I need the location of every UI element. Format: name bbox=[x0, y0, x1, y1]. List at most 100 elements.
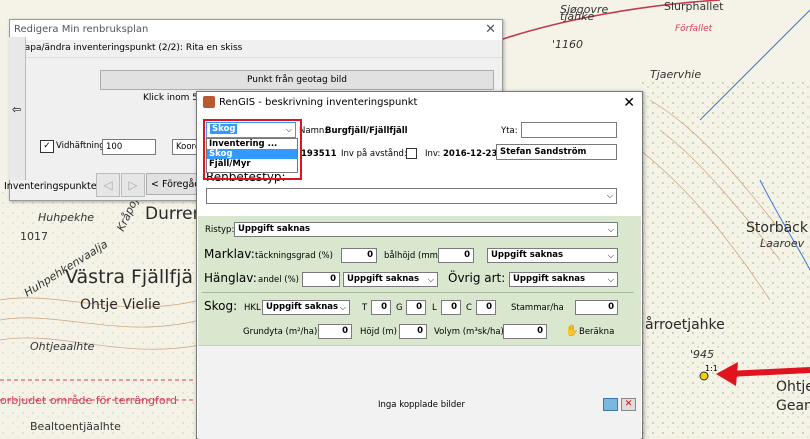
hanglav-label: Hänglav: bbox=[204, 271, 257, 285]
balhojd-input[interactable]: 0 bbox=[438, 248, 474, 263]
andel-input[interactable]: 0 bbox=[302, 272, 340, 287]
inv-label: Inv: bbox=[425, 149, 441, 159]
stammar-input[interactable]: 0 bbox=[575, 300, 618, 315]
map-label: Tjaervhie bbox=[650, 68, 702, 81]
ovrig-art-label: Övrig art: bbox=[448, 271, 506, 285]
map-label: Slurphallet bbox=[664, 0, 724, 13]
renbetestyp-select[interactable]: ⌵ bbox=[206, 188, 617, 204]
dialog-title: RenGIS - beskrivning inventeringspunkt bbox=[219, 97, 418, 108]
marklav-label: Marklav: bbox=[204, 247, 255, 261]
g-input[interactable]: 0 bbox=[406, 300, 426, 315]
stammar-label: Stammar/ha bbox=[511, 303, 564, 313]
map-label: Laaroev bbox=[760, 237, 805, 250]
tackningsgrad-label: täckningsgrad (%) bbox=[255, 251, 334, 261]
t-label: T bbox=[362, 303, 368, 313]
marklav-select-value: Uppgift saknas bbox=[491, 250, 564, 260]
inv-date: 2016-12-23 bbox=[443, 149, 498, 159]
map-label: Bealtoentjäalhte bbox=[30, 420, 121, 433]
inv-avstand-checkbox[interactable] bbox=[406, 148, 417, 159]
volym-label: Volym (m³sk/ha) bbox=[434, 327, 504, 337]
window-subtitle: Skapa/ändra inventeringspunkt (2/2): Rit… bbox=[10, 40, 502, 58]
berakna-button[interactable]: Beräkna bbox=[579, 327, 614, 337]
l-input[interactable]: 0 bbox=[441, 300, 461, 315]
hanglav-select[interactable]: Uppgift saknas ⌵ bbox=[343, 272, 438, 287]
vegetation-panel: Ristyp: Uppgift saknas ⌵ Marklav: täckni… bbox=[198, 216, 641, 345]
l-label: L bbox=[432, 303, 437, 313]
map-label: Huhpekhe bbox=[38, 211, 95, 224]
map-label: '945 bbox=[690, 348, 715, 361]
grundyta-input[interactable]: 0 bbox=[318, 324, 352, 339]
divider bbox=[202, 292, 634, 293]
map-label: '1160 bbox=[552, 38, 584, 51]
namn-label: Namn: bbox=[299, 126, 328, 136]
hkl-select[interactable]: Uppgift saknas ⌵ bbox=[262, 300, 350, 315]
delete-image-icon[interactable]: ✕ bbox=[621, 398, 636, 411]
ristyp-value: Uppgift saknas bbox=[238, 224, 311, 234]
window-title: Redigera Min renbruksplan bbox=[10, 20, 502, 40]
previous-button[interactable]: < Föregåen bbox=[146, 173, 202, 195]
c-label: C bbox=[466, 303, 472, 313]
chevron-down-icon: ⌵ bbox=[339, 303, 346, 312]
map-label: Ohtjeaalhte bbox=[30, 340, 95, 353]
rengis-app-icon bbox=[203, 96, 215, 108]
hkl-select-value: Uppgift saknas bbox=[266, 302, 339, 312]
ristyp-select[interactable]: Uppgift saknas ⌵ bbox=[234, 222, 618, 237]
map-label: 1017 bbox=[20, 230, 48, 243]
t-input[interactable]: 0 bbox=[371, 300, 391, 315]
tackningsgrad-input[interactable]: 0 bbox=[341, 248, 377, 263]
close-icon[interactable]: ✕ bbox=[623, 92, 635, 114]
vidhaftning-input[interactable]: 100 bbox=[102, 139, 156, 155]
inventory-point-dialog: RenGIS - beskrivning inventeringspunkt ✕… bbox=[196, 91, 643, 439]
map-label: årroetjahke bbox=[645, 317, 725, 333]
inv-avstand-label: Inv på avstånd: bbox=[341, 149, 407, 159]
balhojd-label: bålhöjd (mm) bbox=[384, 251, 442, 261]
c-input[interactable]: 0 bbox=[476, 300, 496, 315]
ovrig-art-select-value: Uppgift saknas bbox=[513, 274, 586, 284]
map-label: Durren bbox=[145, 204, 204, 224]
hanglav-select-value: Uppgift saknas bbox=[347, 274, 420, 284]
nav-label: Inventeringspunkte bbox=[4, 181, 97, 192]
highlight-box bbox=[203, 119, 302, 180]
ristyp-label: Ristyp: bbox=[205, 225, 235, 235]
map-label: tjahke bbox=[560, 10, 595, 23]
volym-input[interactable]: 0 bbox=[503, 324, 547, 339]
map-label: Västra Fjällfjä bbox=[65, 266, 194, 288]
map-label: Ohtje Vielie bbox=[80, 297, 161, 313]
ovrig-art-select[interactable]: Uppgift saknas ⌵ bbox=[509, 272, 618, 287]
close-icon[interactable]: ✕ bbox=[485, 22, 496, 37]
map-point-label: 1:1 bbox=[705, 364, 718, 373]
chevron-down-icon: ⌵ bbox=[607, 225, 614, 234]
chevron-down-icon: ⌵ bbox=[607, 275, 614, 284]
back-arrow-icon[interactable]: ◁ bbox=[96, 173, 120, 197]
marklav-select[interactable]: Uppgift saknas ⌵ bbox=[487, 248, 618, 263]
map-label: Ohtje bbox=[776, 379, 810, 395]
map-label: Geam bbox=[776, 398, 810, 414]
yta-label: Yta: bbox=[501, 126, 518, 136]
hojd-label: Höjd (m) bbox=[360, 327, 397, 337]
side-panel: ⇦ bbox=[9, 37, 26, 180]
calculator-icon[interactable]: ✋ bbox=[565, 324, 579, 337]
vidhaftning-label: Vidhäftning bbox=[56, 141, 105, 151]
chevron-down-icon: ⌵ bbox=[607, 251, 614, 260]
hojd-input[interactable]: 0 bbox=[399, 324, 427, 339]
images-panel: Inga kopplade bilder ✕ bbox=[198, 345, 641, 439]
skog-label: Skog: bbox=[204, 299, 238, 313]
forward-arrow-icon[interactable]: ▷ bbox=[121, 173, 145, 197]
namn-value: Burgfjäll/Fjällfjäll bbox=[325, 126, 408, 136]
point-id: 193511 bbox=[301, 149, 337, 159]
grundyta-label: Grundyta (m²/ha) bbox=[243, 327, 318, 337]
add-image-icon[interactable] bbox=[603, 398, 618, 411]
vidhaftning-checkbox[interactable]: ✓ bbox=[40, 140, 54, 153]
geotag-button[interactable]: Punkt från geotag bild bbox=[100, 70, 494, 90]
chevron-down-icon: ⌵ bbox=[427, 275, 434, 284]
chevron-down-icon: ⌵ bbox=[606, 191, 613, 200]
map-label: orbjudet område för terrängford bbox=[0, 394, 177, 407]
yta-input[interactable] bbox=[521, 122, 617, 138]
no-images-text: Inga kopplade bilder bbox=[378, 400, 465, 410]
andel-label: andel (%) bbox=[258, 275, 299, 285]
hkl-label: HKL bbox=[244, 303, 261, 313]
g-label: G bbox=[396, 303, 403, 313]
map-label: Storbäck bbox=[746, 220, 808, 236]
collapse-arrow-icon[interactable]: ⇦ bbox=[12, 103, 21, 116]
inv-person-input[interactable]: Stefan Sandström bbox=[496, 144, 617, 160]
